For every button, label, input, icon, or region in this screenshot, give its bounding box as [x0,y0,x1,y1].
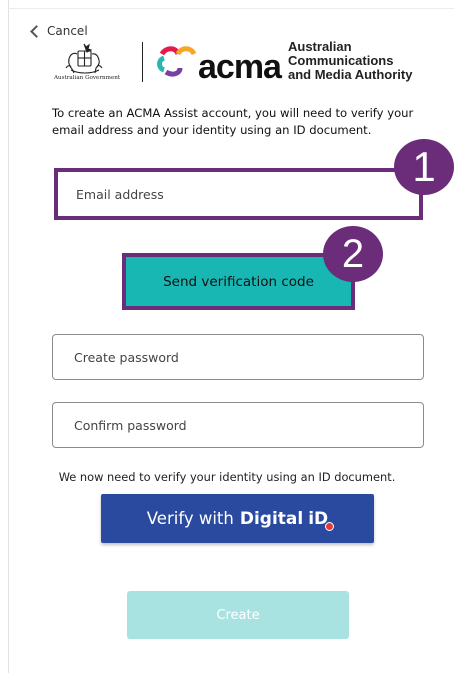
cancel-link[interactable]: Cancel [30,24,88,38]
verify-prefix: Verify with [146,509,234,528]
chevron-left-icon [30,25,43,38]
create-password-field[interactable]: Create password [52,334,424,380]
cancel-label: Cancel [47,24,88,38]
step-1-badge: 1 [394,139,454,195]
create-label: Create [216,607,260,623]
identity-note: We now need to verify your identity usin… [58,470,396,484]
confirm-password-placeholder: Confirm password [74,417,187,433]
acma-name-line: Communications [288,53,394,68]
digital-id-brand-word: Digital [239,508,304,529]
email-field-highlight: Email address [54,168,423,220]
logo-bar: Australian Government acma Australian Co… [52,38,432,88]
create-password-placeholder: Create password [74,349,179,365]
acma-full-name: Australian Communications and Media Auth… [288,40,412,82]
intro-text: To create an ACMA Assist account, you wi… [52,106,414,137]
create-button[interactable]: Create [127,591,349,639]
government-caption: Australian Government [54,75,121,81]
send-verification-code-label: Send verification code [163,273,314,290]
acma-wordmark: acma [198,48,282,86]
frame-border-left [8,0,9,673]
email-field[interactable]: Email address [58,172,419,216]
digital-id-logo-icon: iD [308,509,335,531]
send-verification-code-button[interactable]: Send verification code [122,253,355,310]
acma-loops-icon [157,46,197,77]
acma-name-line: Australian [288,39,352,54]
digital-id-dot-icon [325,521,335,531]
logo-divider [142,42,143,82]
confirm-password-field[interactable]: Confirm password [52,402,424,448]
frame-border-top [8,8,454,9]
verify-digital-id-button[interactable]: Verify with Digital iD [101,494,374,543]
step-2-badge: 2 [323,226,383,282]
acma-name-line: and Media Authority [288,67,413,82]
email-placeholder: Email address [76,186,164,202]
